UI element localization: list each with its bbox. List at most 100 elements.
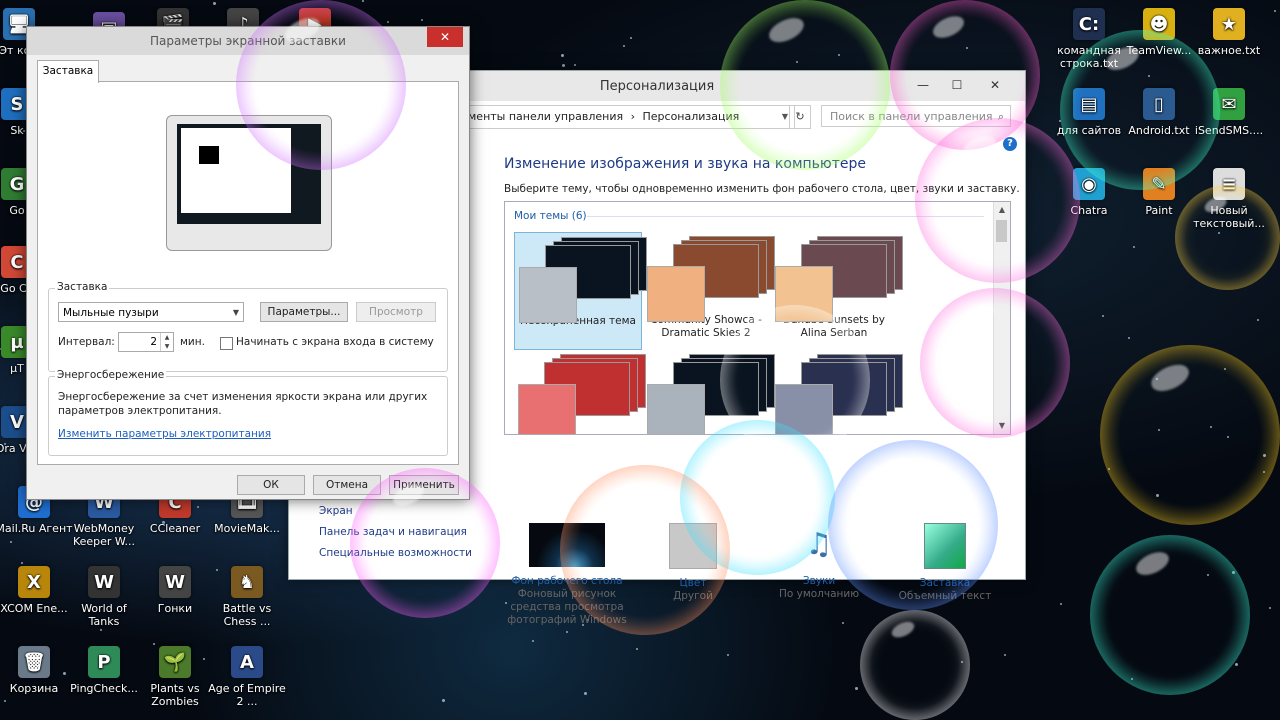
refresh-button[interactable]: ↻ xyxy=(789,105,811,129)
address-dropdown-icon[interactable]: ▼ xyxy=(782,106,788,128)
star xyxy=(1148,75,1150,77)
help-icon[interactable]: ? xyxy=(1003,137,1017,151)
dialog-titlebar[interactable]: Параметры экранной заставки ✕ xyxy=(27,27,469,55)
desktop-icon[interactable]: W Гонки xyxy=(136,566,214,615)
app-icon: X xyxy=(18,566,50,598)
parameters-button[interactable]: Параметры... xyxy=(260,302,348,322)
star xyxy=(1263,471,1265,473)
desktop-icon[interactable]: ♞ Battle vs Chess ... xyxy=(208,566,286,628)
star xyxy=(1218,232,1220,234)
desktop-icon[interactable]: ◉ Chatra xyxy=(1050,168,1128,217)
scroll-thumb[interactable] xyxy=(996,220,1007,242)
screensaver-icon xyxy=(924,523,966,569)
star xyxy=(574,64,576,66)
scroll-up-icon[interactable]: ▲ xyxy=(994,202,1010,218)
desktop-icon[interactable]: ≡ Новый текстовый... xyxy=(1190,168,1268,230)
star xyxy=(1257,319,1259,321)
theme-item[interactable] xyxy=(771,350,903,434)
scroll-down-icon[interactable]: ▼ xyxy=(994,418,1010,434)
sounds-option[interactable]: ♫ Звуки По умолчанию xyxy=(759,523,879,601)
desktop-icon[interactable]: ▤ для сайтов xyxy=(1050,88,1128,137)
screensaver-option[interactable]: Заставка Объемный текст xyxy=(885,523,1005,603)
preview-button[interactable]: Просмотр xyxy=(356,302,436,322)
themes-group-label[interactable]: Мои темы (6) xyxy=(514,210,587,222)
option-title: Заставка xyxy=(919,577,971,589)
star xyxy=(1156,378,1158,380)
theme-item[interactable]: Community Showca - Dramatic Skies 2 xyxy=(643,232,775,348)
sounds-icon: ♫ xyxy=(805,527,833,562)
resume-checkbox-label[interactable]: Начинать с экрана входа в систему xyxy=(236,336,434,348)
link-accessibility[interactable]: Специальные возможности xyxy=(319,543,472,564)
group-divider xyxy=(587,216,984,217)
theme-item[interactable] xyxy=(514,350,646,434)
desktop-icon[interactable]: X XCOM Ene... xyxy=(0,566,73,615)
close-button[interactable]: ✕ xyxy=(981,75,1009,95)
preview-thumbnail xyxy=(181,128,291,213)
desktop-icon[interactable]: ✎ Paint xyxy=(1120,168,1198,217)
desktop-icon-label: Battle vs Chess ... xyxy=(222,602,272,628)
app-icon: ▤ xyxy=(1073,88,1105,120)
search-input[interactable]: Поиск в панели управления ⌕ xyxy=(821,105,1011,127)
desktop-icon[interactable]: 🗑 Корзина xyxy=(0,646,73,695)
maximize-button[interactable]: ☐ xyxy=(943,75,971,95)
desktop-icon-label: Chatra xyxy=(1070,204,1108,217)
see-also-links: Экран Панель задач и навигация Специальн… xyxy=(319,501,472,564)
app-icon: 🗑 xyxy=(18,646,50,678)
star xyxy=(855,687,858,690)
desktop-icon-label: PingCheck... xyxy=(70,682,138,695)
color-option[interactable]: Цвет Другой xyxy=(633,523,753,603)
minimize-button[interactable]: — xyxy=(909,75,937,95)
ok-button[interactable]: ОК xyxy=(237,475,305,495)
desktop-icon[interactable]: C: командная строка.txt xyxy=(1050,8,1128,70)
breadcrumb-parent[interactable]: менты панели управления xyxy=(468,110,623,123)
soap-bubble xyxy=(1090,535,1250,695)
app-icon: ✎ xyxy=(1143,168,1175,200)
interval-stepper[interactable]: 2 ▲ ▼ xyxy=(118,332,174,352)
theme-item[interactable]: Danube Sunsets by Alina Serban xyxy=(771,232,903,348)
theme-item[interactable]: Несохраненная тема xyxy=(514,232,647,350)
desktop-icon[interactable]: ★ важное.txt xyxy=(1190,8,1268,57)
breadcrumb-current[interactable]: Персонализация xyxy=(643,110,740,123)
desktop-icon[interactable]: ☻ TeamView... xyxy=(1120,8,1198,57)
star xyxy=(562,64,565,67)
theme-thumbnail xyxy=(771,232,903,322)
apply-button[interactable]: Применить xyxy=(389,475,459,495)
star xyxy=(623,45,625,47)
star xyxy=(1224,368,1226,370)
star xyxy=(1133,246,1135,248)
app-icon: ★ xyxy=(1213,8,1245,40)
cancel-button[interactable]: Отмена xyxy=(313,475,381,495)
app-icon: 🌱 xyxy=(159,646,191,678)
resume-checkbox[interactable] xyxy=(220,337,233,350)
star xyxy=(1210,426,1212,428)
app-icon: ✉ xyxy=(1213,88,1245,120)
theme-thumbnail xyxy=(514,350,646,434)
desktop-icon[interactable]: W World of Tanks xyxy=(65,566,143,628)
link-display[interactable]: Экран xyxy=(319,501,472,522)
tab-screensaver[interactable]: Заставка xyxy=(37,60,99,83)
screensaver-select[interactable]: Мыльные пузыри ▼ xyxy=(58,302,244,322)
stepper-arrows-icon[interactable]: ▲ ▼ xyxy=(160,333,173,351)
option-subtitle: Фоновый рисунок средства просмотра фотог… xyxy=(507,588,627,626)
address-bar[interactable]: менты панели управления › Персонализация… xyxy=(459,105,795,129)
dialog-close-button[interactable]: ✕ xyxy=(427,27,463,47)
desktop-icon[interactable]: P PingCheck... xyxy=(65,646,143,695)
desktop-background-option[interactable]: Фон рабочего стола Фоновый рисунок средс… xyxy=(507,523,627,627)
desktop-icon[interactable]: ▯ Android.txt xyxy=(1120,88,1198,137)
link-taskbar[interactable]: Панель задач и навигация xyxy=(319,522,472,543)
star xyxy=(561,54,564,57)
themes-scrollbar[interactable]: ▲ ▼ xyxy=(993,202,1010,434)
soap-bubble xyxy=(860,610,970,720)
star xyxy=(1207,574,1209,576)
power-settings-link[interactable]: Изменить параметры электропитания xyxy=(58,428,271,440)
desktop-icon[interactable]: 🌱 Plants vs Zombies xyxy=(136,646,214,708)
app-icon: ◉ xyxy=(1073,168,1105,200)
themes-list[interactable]: Мои темы (6) Несохраненная тема Community… xyxy=(504,201,1011,435)
theme-item[interactable] xyxy=(643,350,775,434)
star xyxy=(961,661,963,663)
desktop-icon[interactable]: A Age of Empire 2 ... xyxy=(208,646,286,708)
star xyxy=(636,648,638,650)
star xyxy=(442,699,445,702)
desktop-icon[interactable]: ✉ iSendSMS.... xyxy=(1190,88,1268,137)
app-icon: P xyxy=(88,646,120,678)
